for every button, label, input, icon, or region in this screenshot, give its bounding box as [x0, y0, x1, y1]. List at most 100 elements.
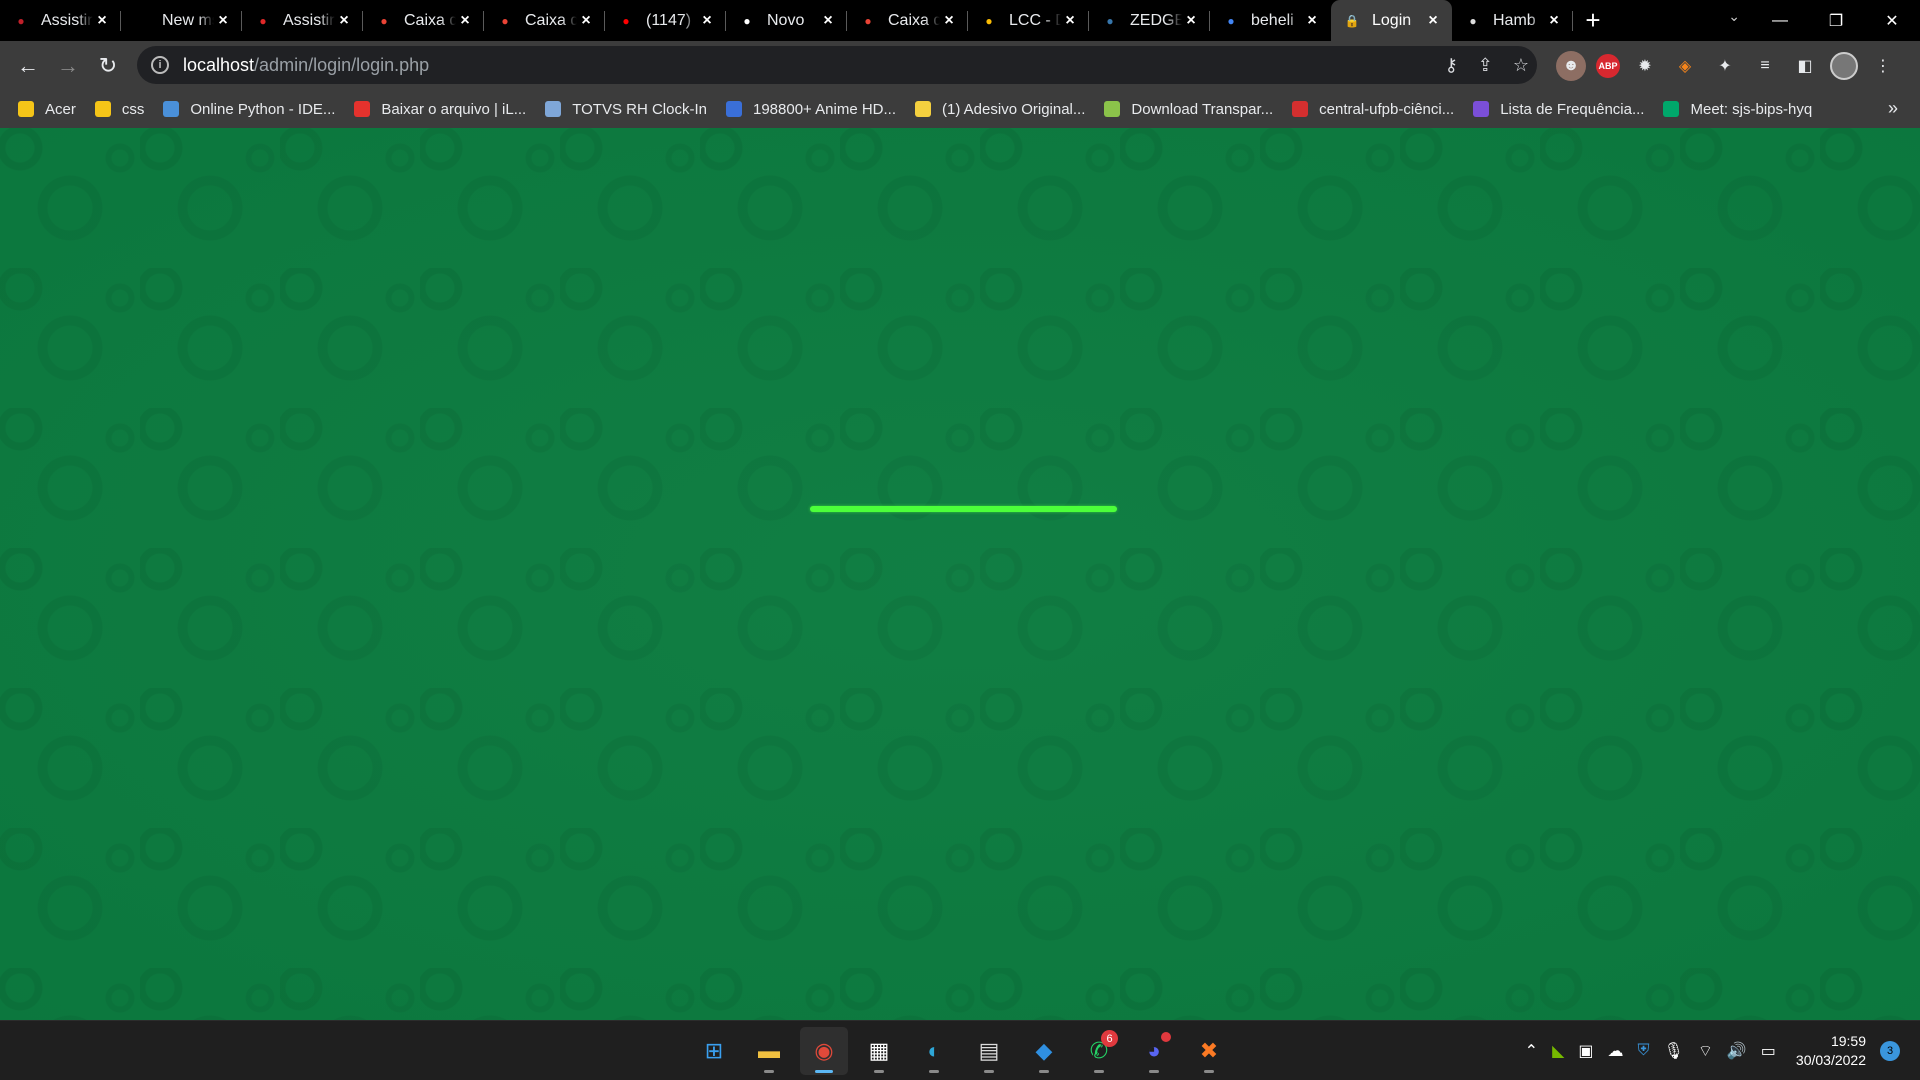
gear-extension-icon[interactable]: ✹	[1630, 51, 1660, 81]
notification-count[interactable]: 3	[1880, 1041, 1900, 1061]
tab-strip: ●Assistir×●New msg×●Assistir×●Caixa de e…	[0, 0, 1920, 41]
tray-overflow-icon[interactable]: ⌃	[1525, 1041, 1538, 1061]
bookmarks-overflow-icon[interactable]: »	[1888, 98, 1898, 119]
tab-close-icon[interactable]: ×	[698, 12, 716, 30]
vscode-taskbar-button[interactable]: ◆	[1020, 1027, 1068, 1075]
tab-title: Assistir	[41, 11, 93, 29]
tab-8[interactable]: ● LCC - Drive×	[968, 0, 1089, 41]
tab-active[interactable]: 🔒 Login ×	[1331, 0, 1452, 41]
gmail-icon: ●	[864, 13, 872, 28]
store-taskbar-button[interactable]: ▦	[855, 1027, 903, 1075]
extensions-puzzle-icon[interactable]: ✦	[1710, 51, 1740, 81]
metamask-icon[interactable]: ◈	[1670, 51, 1700, 81]
clock-time: 19:59	[1830, 1033, 1866, 1049]
notepad-taskbar-button[interactable]: ▤	[965, 1027, 1013, 1075]
tab-close-icon[interactable]: ×	[1424, 12, 1442, 30]
profile-avatar[interactable]	[1830, 51, 1858, 80]
tab-9[interactable]: ● ZEDGE ×	[1089, 0, 1210, 41]
tab-10[interactable]: ● beheli ×	[1210, 0, 1331, 41]
running-indicator	[1094, 1070, 1104, 1073]
bookmark-star-icon[interactable]: ☆	[1513, 55, 1529, 76]
restore-icon[interactable]: ❐	[1808, 0, 1864, 41]
key-icon[interactable]: ⚷	[1445, 55, 1458, 76]
tab-4[interactable]: ● Caixa de entrada×	[484, 0, 605, 41]
forward-button[interactable]: →	[48, 46, 88, 86]
tab-title: Novo	[767, 11, 805, 29]
tab-close-icon[interactable]: ×	[1303, 12, 1321, 30]
tab-3[interactable]: ● Caixa de entrada×	[363, 0, 484, 41]
tab-6[interactable]: ● Novo ×	[726, 0, 847, 41]
tab-close-icon[interactable]: ×	[1061, 12, 1079, 30]
tab-close-icon[interactable]: ×	[456, 12, 474, 30]
bookmark-item[interactable]: (1) Adesivo Original...	[915, 101, 1085, 118]
bookmark-item[interactable]: css	[94, 101, 144, 118]
tab-close-icon[interactable]: ×	[1182, 12, 1200, 30]
clock[interactable]: 19:59 30/03/2022	[1796, 1032, 1866, 1070]
tab-close-icon[interactable]: ×	[1545, 12, 1563, 30]
bookmark-icon	[94, 101, 111, 117]
bookmark-item[interactable]: 198800+ Anime HD...	[725, 101, 896, 118]
url-path: /admin/login/login.php	[254, 54, 430, 75]
bookmark-item[interactable]: TOTVS RH Clock-In	[545, 101, 707, 118]
bookmark-item[interactable]: Online Python - IDE...	[163, 101, 335, 118]
back-button[interactable]: ←	[8, 46, 48, 86]
tab-title: (1147)	[646, 11, 692, 29]
drive-icon: ●	[985, 13, 993, 28]
battery-icon[interactable]: ▭	[1761, 1041, 1776, 1061]
bookmark-item[interactable]: Baixar o arquivo | iL...	[354, 101, 526, 118]
notepad-icon: ▤	[978, 1038, 1000, 1063]
tab-close-icon[interactable]: ×	[577, 12, 595, 30]
volume-icon[interactable]: 🔊	[1727, 1041, 1747, 1061]
security-icon[interactable]: ⛨	[1638, 1042, 1650, 1060]
new-tab-button[interactable]: +	[1573, 0, 1613, 41]
tab-0[interactable]: ● Assistir ×	[0, 0, 121, 41]
adblock-plus-icon[interactable]: ABP	[1596, 53, 1620, 78]
whatsapp-taskbar-button[interactable]: ✆ 6	[1075, 1027, 1123, 1075]
site-info-icon[interactable]: i	[151, 56, 169, 74]
edge-taskbar-button[interactable]: ◐	[910, 1027, 958, 1075]
tray-app-icon[interactable]: ▣	[1578, 1041, 1593, 1061]
bookmark-item[interactable]: Lista de Frequência...	[1473, 101, 1644, 118]
nvidia-icon[interactable]: ◣	[1552, 1041, 1564, 1061]
file-explorer-taskbar-button[interactable]: ▬	[745, 1027, 793, 1075]
address-bar[interactable]: i localhost/admin/login/login.php ⚷ ⇪ ☆	[137, 46, 1537, 84]
xampp-taskbar-button[interactable]: ✖	[1185, 1027, 1233, 1075]
tab-close-icon[interactable]: ×	[819, 12, 837, 30]
tab-close-icon[interactable]: ×	[940, 12, 958, 30]
browser-menu-icon[interactable]: ⋮	[1868, 51, 1898, 81]
tab-1[interactable]: ● New msg×	[121, 0, 242, 41]
tab-close-icon[interactable]: ×	[335, 12, 353, 30]
chrome-taskbar-button[interactable]: ◉	[800, 1027, 848, 1075]
bookmark-label: Meet: sjs-bips-hyq	[1690, 100, 1813, 118]
bookmark-item[interactable]: Meet: sjs-bips-hyq	[1663, 101, 1812, 118]
close-window-icon[interactable]: ✕	[1864, 0, 1920, 41]
discord-taskbar-button[interactable]: ◕	[1130, 1027, 1178, 1075]
windows-start-taskbar-button[interactable]: ⊞	[690, 1027, 738, 1075]
tab-search-icon[interactable]: ⌄	[1728, 8, 1740, 25]
onedrive-icon[interactable]: ☁	[1608, 1041, 1624, 1061]
store-icon: ▦	[868, 1038, 890, 1063]
bookmark-icon	[1292, 101, 1309, 117]
microphone-icon[interactable]: 🎙	[1664, 1041, 1684, 1061]
blank-icon: ●	[138, 13, 146, 28]
bookmark-item[interactable]: central-ufpb-ciênci...	[1292, 101, 1454, 118]
wifi-icon[interactable]: ⌔	[1698, 1041, 1713, 1061]
minimize-icon[interactable]: —	[1752, 0, 1808, 41]
share-icon[interactable]: ⇪	[1478, 55, 1493, 76]
tab-12[interactable]: ● Hamb ×	[1452, 0, 1573, 41]
side-panel-icon[interactable]: ◧	[1790, 51, 1820, 81]
tab-2[interactable]: ● Assistir ×	[242, 0, 363, 41]
loading-bar	[810, 506, 1117, 512]
tab-close-icon[interactable]: ×	[214, 12, 232, 30]
reload-button[interactable]: ↻	[88, 46, 128, 86]
extension-mask-icon[interactable]: ☻	[1556, 50, 1586, 81]
tab-7[interactable]: ● Caixa de entrada×	[847, 0, 968, 41]
bookmark-item[interactable]: Download Transpar...	[1104, 101, 1273, 118]
tab-close-icon[interactable]: ×	[93, 12, 111, 30]
tab-5[interactable]: ● (1147) ×	[605, 0, 726, 41]
tab-title: ZEDGE	[1130, 11, 1182, 29]
xampp-icon: ✖	[1199, 1038, 1219, 1063]
windows-taskbar: ⊞ ▬ ◉ ▦ ◐ ▤ ◆ ✆ 6 ◕ ✖ ⌃ ◣ ▣ ☁ ⛨ 🎙 ⌔ 🔊 ▭ 19:59 30/0…	[0, 1020, 1920, 1080]
bookmark-item[interactable]: Acer	[18, 101, 76, 118]
media-queue-icon[interactable]: ≡	[1750, 51, 1780, 81]
